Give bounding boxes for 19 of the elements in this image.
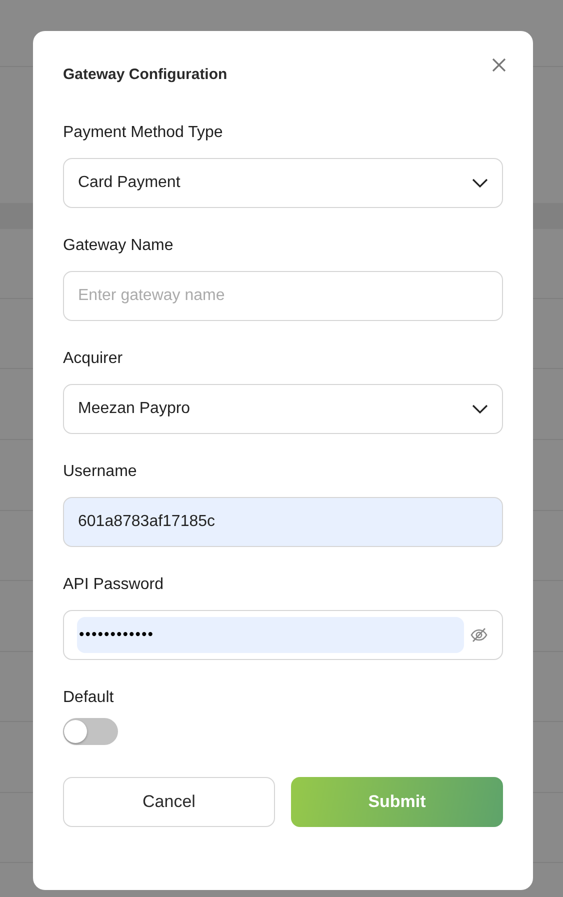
field-label: Payment Method Type (63, 123, 223, 143)
field-label: API Password (63, 575, 164, 595)
password-field[interactable]: •••••••••••• (63, 610, 503, 660)
select-field[interactable]: Meezan Paypro (63, 384, 503, 434)
field-label: Username (63, 462, 137, 482)
input-field[interactable]: 601a8783af17185c (63, 497, 503, 547)
select-field[interactable]: Card Payment (63, 158, 503, 208)
field-label: Default (63, 688, 114, 708)
eye-off-icon[interactable] (470, 627, 488, 643)
chevron-down-icon (472, 404, 488, 414)
dialog-button[interactable]: Cancel (63, 777, 275, 827)
close-icon[interactable] (491, 57, 507, 73)
password-value: •••••••••••• (77, 617, 464, 653)
chevron-down-icon (472, 178, 488, 188)
dialog-title: Gateway Configuration (63, 65, 228, 85)
input-field[interactable]: Enter gateway name (63, 271, 503, 321)
toggle-switch[interactable] (63, 718, 118, 745)
field-label: Acquirer (63, 349, 123, 369)
field-label: Gateway Name (63, 236, 174, 256)
